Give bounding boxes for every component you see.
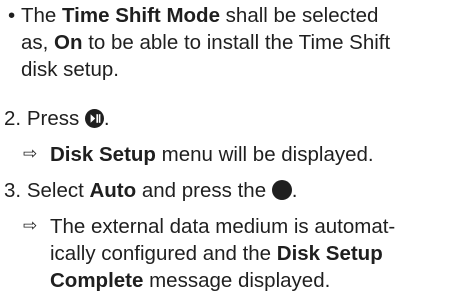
disk-setup-term: Disk Setup — [50, 143, 156, 166]
disk-setup-term: Disk Setup — [276, 242, 383, 265]
result-text: The external data medium is automat- ica… — [50, 213, 460, 294]
step-number: 3. — [4, 179, 22, 202]
note-text: The Time Shift Mode shall be selected as… — [21, 2, 460, 83]
bullet-mark: • — [8, 4, 16, 27]
note-line-3: disk setup. — [21, 58, 119, 81]
step-2: 2. Press . — [4, 107, 110, 130]
manual-page: • The Time Shift Mode shall be selected … — [0, 0, 464, 307]
ok-button-icon — [271, 180, 292, 200]
result-arrow-icon: ⇨ — [23, 216, 38, 236]
step-number: 2. — [4, 107, 22, 130]
step-3: 3. Select Auto and press the . — [4, 179, 298, 202]
result-line-1: The external data medium is automat- — [50, 215, 396, 238]
note-line-1: The Time Shift Mode shall be selected — [21, 4, 379, 27]
note-line-2: as, On to be able to install the Time Sh… — [21, 31, 391, 54]
on-term: On — [54, 31, 83, 54]
result-line-3: Complete message displayed. — [50, 269, 331, 292]
result-line-2: ically configured and the Disk Setup — [50, 242, 383, 265]
result-text: Disk Setup menu will be displayed. — [50, 143, 374, 166]
result-arrow-icon: ⇨ — [23, 144, 38, 164]
play-pause-icon — [84, 108, 104, 128]
complete-term: Complete — [50, 269, 144, 292]
time-shift-mode-term: Time Shift Mode — [62, 4, 220, 27]
auto-term: Auto — [89, 179, 137, 202]
